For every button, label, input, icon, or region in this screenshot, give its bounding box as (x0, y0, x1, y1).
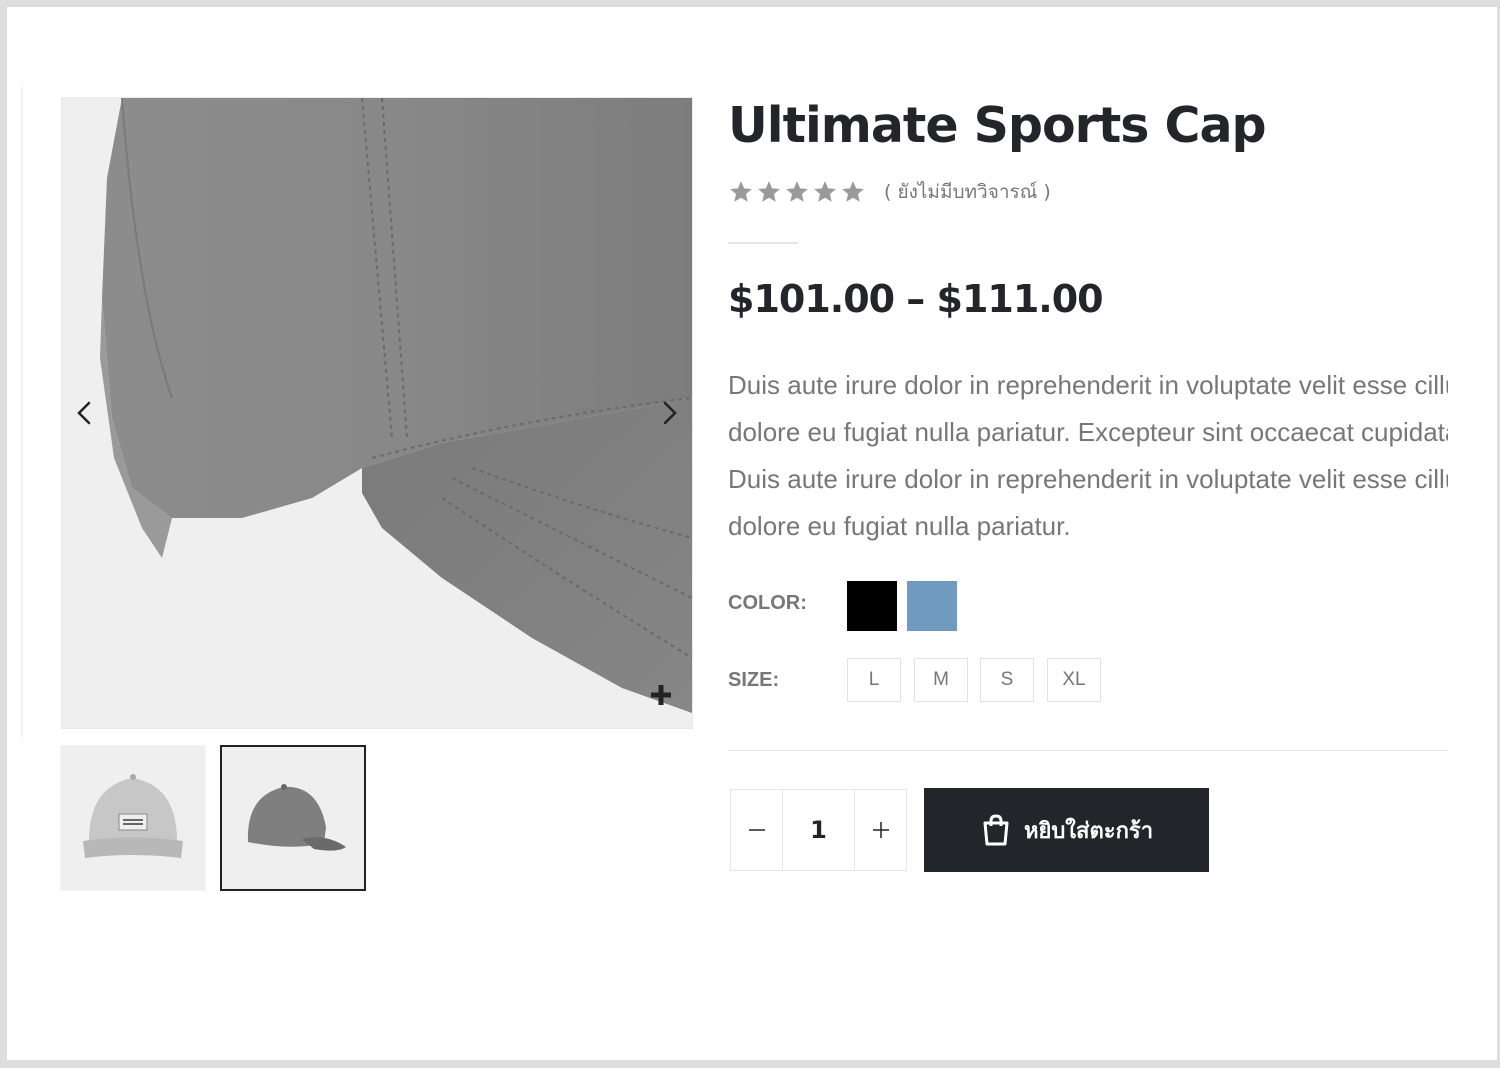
options-divider (728, 750, 1448, 751)
gallery-thumbnail-2[interactable] (220, 745, 366, 891)
star-icon (786, 181, 808, 202)
product-rating: ( ยังไม่มีบทวิจารณ์ ) (728, 177, 1051, 207)
gallery-thumbnail-1[interactable] (60, 745, 206, 891)
quantity-decrease-button[interactable] (731, 790, 782, 870)
add-to-cart-label: หยิบใส่ตะกร้า (1023, 818, 1154, 844)
description-line: dolore eu fugiat nulla pariatur. (728, 511, 1071, 541)
size-label: SIZE: (728, 669, 780, 691)
minus-icon (748, 829, 765, 831)
star-icon (842, 181, 864, 202)
color-swatch-blue[interactable] (907, 581, 957, 631)
description-line: Duis aute irure dolor in reprehenderit i… (728, 464, 1448, 494)
product-title: Ultimate Sports Cap (728, 97, 1267, 154)
description-line: Duis aute irure dolor in reprehenderit i… (728, 370, 1448, 400)
edge-line (21, 87, 23, 737)
main-product-image[interactable] (61, 97, 693, 729)
review-count-link[interactable]: ( ยังไม่มีบทวิจารณ์ ) (884, 177, 1051, 207)
size-option-l[interactable]: L (847, 658, 901, 702)
quantity-stepper (730, 789, 907, 871)
shopping-bag-icon (983, 814, 1009, 846)
cap-closeup-image (62, 98, 692, 728)
gallery-next-button[interactable] (654, 398, 684, 428)
star-icon (814, 181, 836, 202)
add-to-cart-button[interactable]: หยิบใส่ตะกร้า (924, 788, 1209, 872)
gallery-prev-button[interactable] (70, 398, 100, 428)
star-icon (730, 181, 752, 202)
baseball-cap-thumbnail (222, 747, 364, 889)
plus-icon (872, 822, 889, 838)
description-line: dolore eu fugiat nulla pariatur. Excepte… (728, 417, 1448, 447)
color-label: COLOR: (728, 592, 807, 614)
color-swatch-black[interactable] (847, 581, 897, 631)
rating-stars (728, 179, 866, 205)
zoom-button[interactable] (648, 682, 674, 708)
size-option-xl[interactable]: XL (1047, 658, 1101, 702)
quantity-input[interactable] (782, 790, 855, 870)
size-option-s[interactable]: S (980, 658, 1034, 702)
star-icon (758, 181, 780, 202)
plus-icon (651, 685, 671, 705)
product-page: Ultimate Sports Cap ( ยังไม่มีบทวิจารณ์ … (7, 7, 1497, 1060)
price-range: $101.00 – $111.00 (728, 277, 1104, 321)
product-description: Duis aute irure dolor in reprehenderit i… (728, 362, 1448, 562)
size-option-m[interactable]: M (914, 658, 968, 702)
title-divider (728, 242, 798, 244)
chevron-right-icon (663, 401, 677, 425)
chevron-left-icon (77, 401, 91, 425)
snapback-cap-thumbnail (61, 746, 205, 890)
quantity-increase-button[interactable] (855, 790, 906, 870)
